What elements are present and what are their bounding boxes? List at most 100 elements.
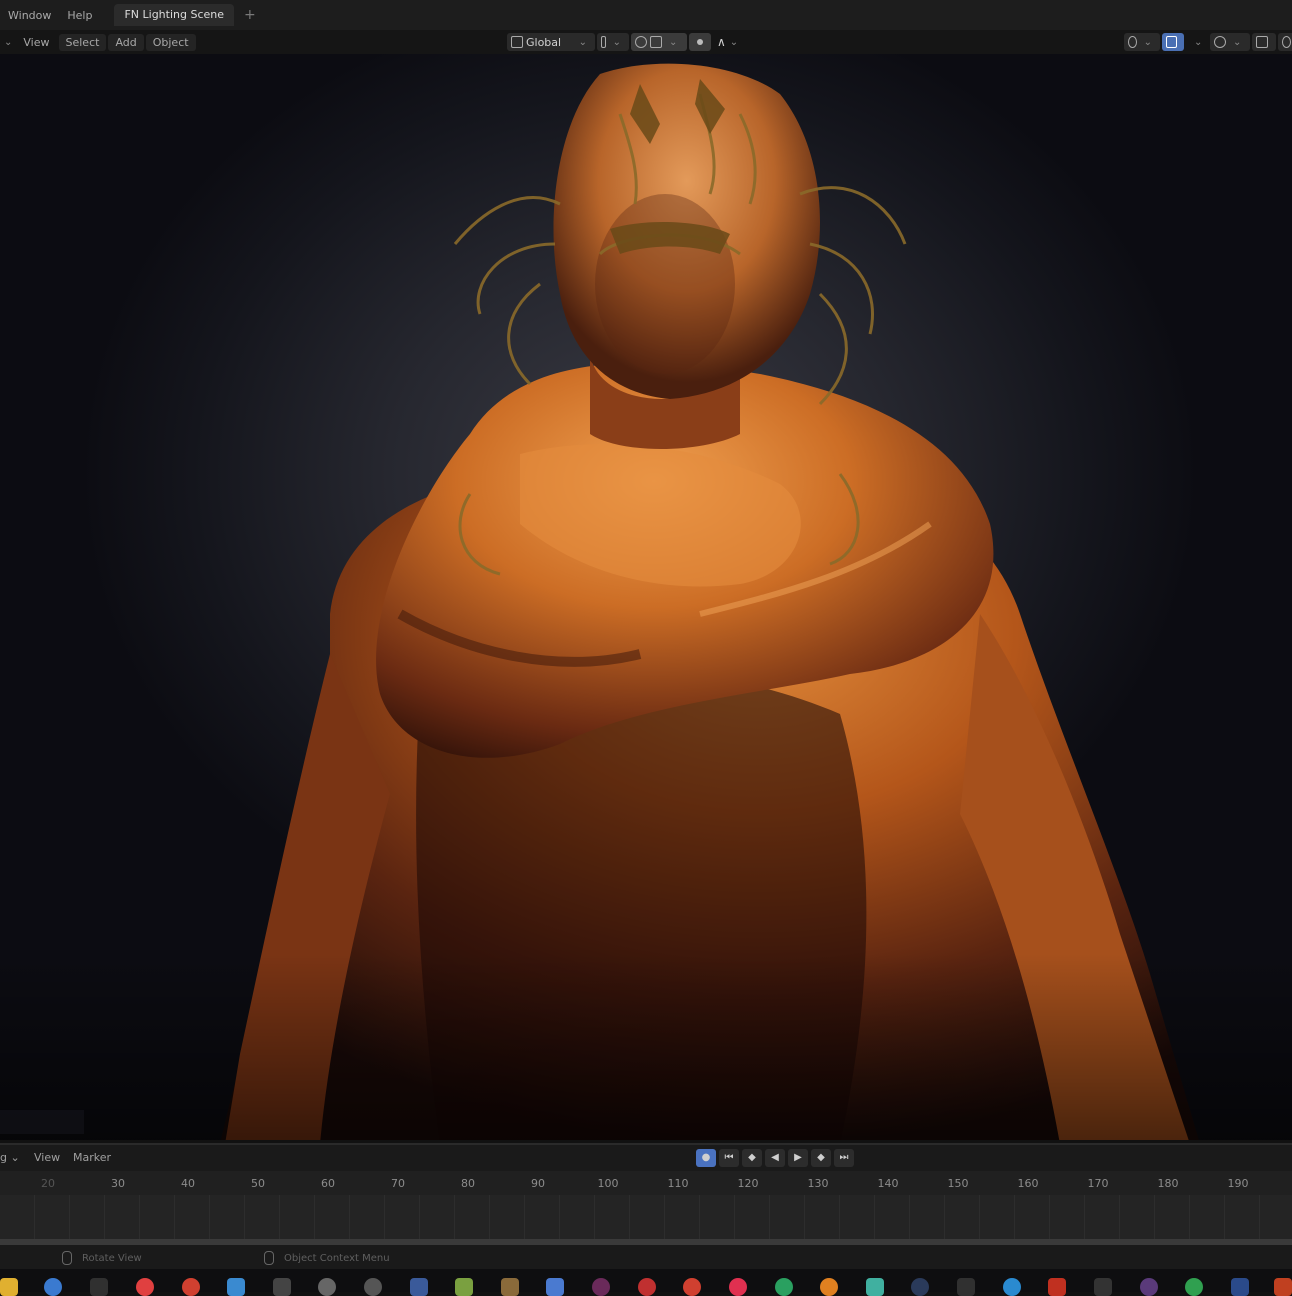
obs-icon[interactable]: [364, 1278, 382, 1296]
jump-end-button[interactable]: ⏭: [834, 1149, 854, 1167]
play-button[interactable]: ▶: [788, 1149, 808, 1167]
menu-add[interactable]: Add: [108, 33, 144, 51]
timeline-track-area[interactable]: [0, 1195, 1292, 1239]
sculpt-render: [0, 63, 1292, 1140]
chevron-down-icon: ⌄: [1233, 36, 1242, 48]
app-icon[interactable]: [90, 1278, 108, 1296]
blender-icon[interactable]: [820, 1278, 838, 1296]
frame-tick: 140: [877, 1177, 899, 1190]
discord-icon[interactable]: [1003, 1278, 1021, 1296]
play-reverse-button[interactable]: ◀: [765, 1149, 785, 1167]
calculator-icon[interactable]: [546, 1278, 564, 1296]
snap-toggle[interactable]: ⌄: [631, 33, 687, 51]
file-explorer-icon[interactable]: [0, 1278, 18, 1296]
chrome-icon[interactable]: [182, 1278, 200, 1296]
frame-tick: 130: [807, 1177, 829, 1190]
timeline-menu-marker[interactable]: Marker: [73, 1151, 111, 1164]
chevron-down-icon: ⌄: [578, 36, 587, 48]
app-icon-3[interactable]: [1048, 1278, 1066, 1296]
frame-tick: 160: [1017, 1177, 1039, 1190]
capture-icon[interactable]: [136, 1278, 154, 1296]
transform-orientation-label: Global: [526, 35, 562, 49]
orientation-icon: [511, 36, 523, 48]
editor-type-chevron-icon[interactable]: ⌄: [0, 37, 16, 48]
epic-icon[interactable]: [957, 1278, 975, 1296]
falloff-dropdown[interactable]: ∧ ⌄: [713, 33, 747, 51]
frame-tick: 190: [1227, 1177, 1249, 1190]
timeline-menu-view[interactable]: View: [34, 1151, 60, 1164]
frame-tick: 20: [41, 1177, 55, 1190]
mouse-icon: [264, 1251, 274, 1265]
app-icon-6[interactable]: [1231, 1278, 1249, 1296]
android-icon[interactable]: [455, 1278, 473, 1296]
security-icon[interactable]: [273, 1278, 291, 1296]
keyboard-icon[interactable]: [410, 1278, 428, 1296]
frame-tick: 110: [667, 1177, 689, 1190]
playback-controls: ● ⏮ ◆ ◀ ▶ ◆ ⏭: [696, 1149, 857, 1167]
taskbar: [0, 1269, 1292, 1296]
grid-icon[interactable]: [227, 1278, 245, 1296]
status-hint-context-label: Object Context Menu: [284, 1252, 390, 1264]
jump-keyframe-back-button[interactable]: ◆: [742, 1149, 762, 1167]
frame-tick: 50: [251, 1177, 265, 1190]
menu-view[interactable]: View: [16, 34, 56, 51]
visibility-dropdown[interactable]: ⌄: [1124, 33, 1160, 51]
record-button[interactable]: ●: [696, 1149, 716, 1167]
jump-start-button[interactable]: ⏮: [719, 1149, 739, 1167]
keyframe-forward-icon: ◆: [817, 1152, 825, 1163]
frame-tick: 120: [737, 1177, 759, 1190]
overlays-icon: [1214, 36, 1226, 48]
workspace-tab[interactable]: FN Lighting Scene: [114, 4, 235, 26]
frame-tick: 150: [947, 1177, 969, 1190]
frame-tick: 60: [321, 1177, 335, 1190]
frame-tick: 180: [1157, 1177, 1179, 1190]
keyframe-back-icon: ◆: [748, 1152, 756, 1163]
settings-icon[interactable]: [318, 1278, 336, 1296]
xray-toggle[interactable]: [1252, 33, 1276, 51]
record-icon: ●: [701, 1152, 711, 1163]
pivot-point-button[interactable]: ⌄: [597, 33, 629, 51]
menu-window[interactable]: Window: [0, 9, 59, 22]
frame-tick: 80: [461, 1177, 475, 1190]
chevron-down-icon: ⌄: [1143, 36, 1152, 48]
center-tools: Global ⌄ ⌄ ⌄ ∧ ⌄: [507, 33, 749, 51]
chevron-down-icon: ⌄: [612, 36, 621, 48]
3d-viewport[interactable]: [0, 54, 1292, 1140]
target-icon[interactable]: [729, 1278, 747, 1296]
marmoset-icon[interactable]: [866, 1278, 884, 1296]
app-icon-2[interactable]: [683, 1278, 701, 1296]
viewport-corner-overlay: [0, 1110, 84, 1134]
davinci-icon[interactable]: [592, 1278, 610, 1296]
add-workspace-button[interactable]: +: [244, 7, 256, 23]
play-icon: ▶: [794, 1152, 802, 1163]
status-hint-rotate: Rotate View: [62, 1251, 142, 1265]
face-shadow: [595, 194, 735, 374]
folder-icon[interactable]: [501, 1278, 519, 1296]
transform-orientation-dropdown[interactable]: Global ⌄: [507, 33, 595, 51]
gizmo-toggle[interactable]: [1162, 33, 1184, 51]
app-icon-4[interactable]: [1094, 1278, 1112, 1296]
upwork-icon[interactable]: [775, 1278, 793, 1296]
jump-end-icon: ⏭: [839, 1152, 849, 1163]
proportional-editing-toggle[interactable]: [689, 33, 711, 51]
menu-object[interactable]: Object: [145, 33, 196, 51]
steam-icon[interactable]: [911, 1278, 929, 1296]
shading-solid-button[interactable]: [1278, 33, 1292, 51]
menu-select[interactable]: Select: [58, 33, 107, 51]
snap-increment-icon: [650, 36, 662, 48]
wordpress-icon[interactable]: [44, 1278, 62, 1296]
gizmo-dropdown[interactable]: ⌄: [1186, 33, 1208, 51]
gizmo-icon: [1166, 36, 1177, 48]
overlays-dropdown[interactable]: ⌄: [1210, 33, 1250, 51]
editor-type-chevron-icon[interactable]: g ⌄: [0, 1151, 20, 1164]
menu-help[interactable]: Help: [59, 9, 100, 22]
jump-keyframe-forward-button[interactable]: ◆: [811, 1149, 831, 1167]
timeline-header: g ⌄ View Marker ● ⏮ ◆ ◀ ▶ ◆ ⏭: [0, 1143, 1292, 1171]
frame-ruler[interactable]: 20 30 40 50 60 70 80 90 100 110 120 130 …: [0, 1171, 1292, 1195]
falloff-curve-icon: ∧: [717, 35, 726, 49]
record-icon[interactable]: [638, 1278, 656, 1296]
sphere-icon[interactable]: [1140, 1278, 1158, 1296]
app-icon-7[interactable]: [1274, 1278, 1292, 1296]
app-icon-5[interactable]: [1185, 1278, 1203, 1296]
pivot-icon: [601, 36, 606, 48]
